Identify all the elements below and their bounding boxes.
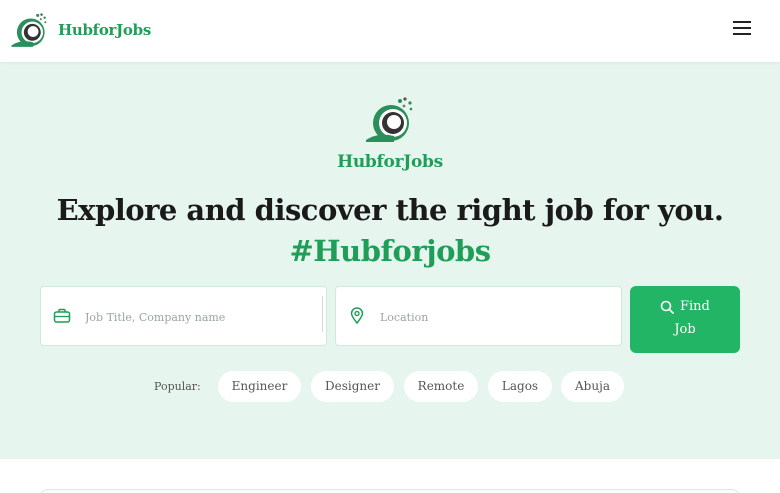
- lower-section: [0, 459, 780, 493]
- hamburger-menu-icon[interactable]: [730, 18, 754, 40]
- location-pin-icon: [350, 307, 364, 325]
- popular-tag-engineer[interactable]: Engineer: [218, 371, 301, 402]
- find-job-button[interactable]: Find Job: [630, 286, 740, 353]
- brand-logo-icon: [11, 13, 47, 47]
- search-icon: [660, 300, 674, 314]
- popular-tag-designer[interactable]: Designer: [311, 371, 394, 402]
- popular-tag-abuja[interactable]: Abuja: [561, 371, 624, 402]
- field-divider: [322, 296, 323, 332]
- job-search-field: [40, 286, 327, 346]
- brand-name: HubforJobs: [58, 21, 151, 39]
- find-job-label-line1: Find: [680, 299, 710, 314]
- job-title-input[interactable]: [85, 301, 315, 333]
- hero-hashtag: #Hubforjobs: [289, 234, 491, 268]
- brand-logo-link[interactable]: HubforJobs: [10, 11, 151, 49]
- hero-logo-icon: [366, 97, 413, 142]
- popular-tag-remote[interactable]: Remote: [404, 371, 478, 402]
- hero-headline: Explore and discover the right job for y…: [56, 193, 724, 227]
- hero-brand-name: HubforJobs: [337, 152, 443, 172]
- popular-label: Popular:: [154, 380, 201, 393]
- popular-tag-lagos[interactable]: Lagos: [488, 371, 552, 402]
- location-input[interactable]: [380, 301, 610, 333]
- top-navbar: HubforJobs: [0, 0, 780, 62]
- lower-card: [40, 489, 740, 493]
- location-search-field: [335, 286, 622, 346]
- find-job-label-line2: Job: [674, 322, 696, 337]
- briefcase-icon: [53, 308, 71, 323]
